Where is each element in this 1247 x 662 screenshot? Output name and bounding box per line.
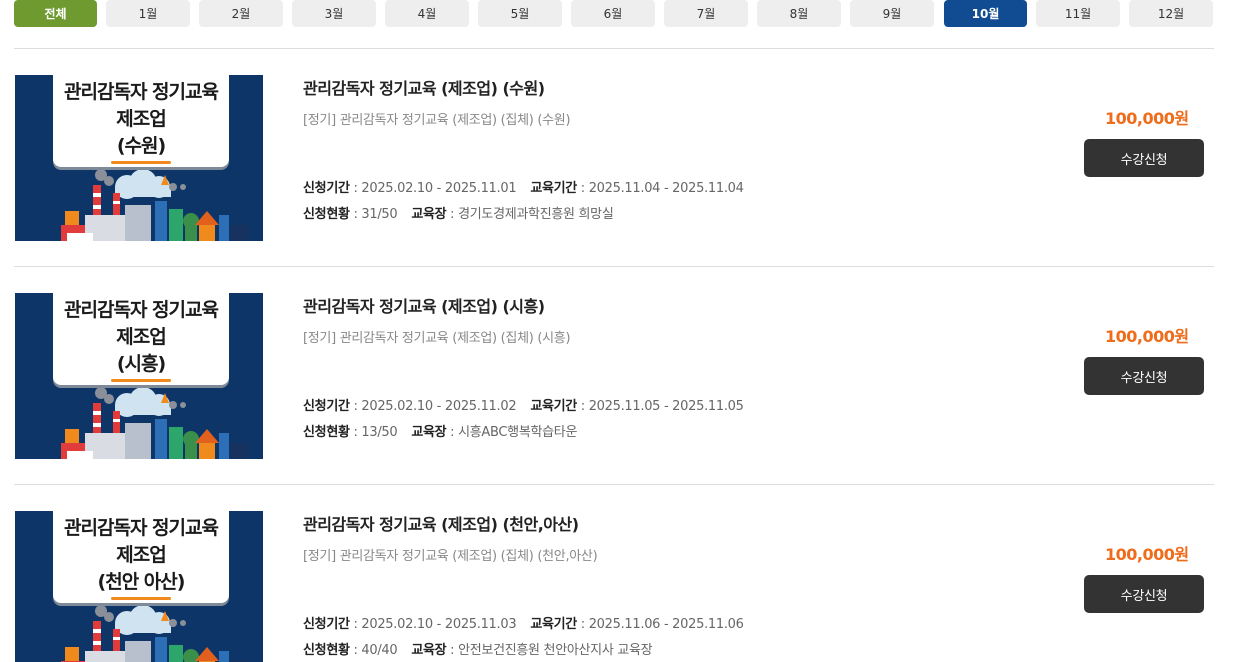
- apply-period-value: : 2025.02.10 - 2025.11.03: [349, 617, 517, 632]
- course-price: 100,000원: [1105, 327, 1189, 346]
- place-value: : 안전보건진흥원 천안아산지사 교육장: [446, 643, 653, 658]
- course-subtitle: [정기] 관리감독자 정기교육 (제조업) (집체) (수원): [303, 113, 571, 128]
- course-price: 100,000원: [1105, 545, 1189, 564]
- apply-period-label: 신청기간: [303, 399, 350, 414]
- course-status: 신청현황 : 13/50 교육장 : 시흥ABC행복학습타운: [303, 421, 577, 440]
- place-label: 교육장: [411, 207, 447, 222]
- course-thumbnail[interactable]: 관리감독자 정기교육 제조업 (수원): [15, 75, 263, 241]
- tab-month-7[interactable]: 7월: [664, 0, 748, 27]
- apply-period-value: : 2025.02.10 - 2025.11.02: [349, 399, 517, 414]
- course-periods: 신청기간 : 2025.02.10 - 2025.11.03 교육기간 : 202…: [303, 613, 744, 632]
- thumbnail-sign: 관리감독자 정기교육 제조업 (천안 아산): [53, 511, 229, 603]
- tab-month-1[interactable]: 1월: [106, 0, 190, 27]
- tab-month-5[interactable]: 5월: [478, 0, 562, 27]
- edu-period-value: : 2025.11.04 - 2025.11.04: [576, 181, 744, 196]
- course-item: 관리감독자 정기교육 제조업 (수원) 관리감독자 정기교육 (제조업) (수원…: [14, 75, 1214, 241]
- divider: [14, 484, 1214, 485]
- tab-month-11[interactable]: 11월: [1036, 0, 1120, 27]
- place-label: 교육장: [411, 425, 447, 440]
- apply-period-label: 신청기간: [303, 617, 350, 632]
- tab-month-9[interactable]: 9월: [850, 0, 934, 27]
- thumbnail-line1: 관리감독자 정기교육: [64, 298, 219, 321]
- course-subtitle: [정기] 관리감독자 정기교육 (제조업) (집체) (시흥): [303, 331, 571, 346]
- apply-button[interactable]: 수강신청: [1084, 139, 1204, 177]
- divider: [14, 48, 1214, 49]
- status-value: : 40/40: [349, 643, 398, 658]
- edu-period-label: 교육기간: [530, 399, 577, 414]
- tab-month-10[interactable]: 10월: [944, 0, 1027, 27]
- status-value: : 31/50: [349, 207, 398, 222]
- thumbnail-line3: (시흥): [116, 352, 166, 375]
- thumbnail-line1: 관리감독자 정기교육: [64, 80, 219, 103]
- thumbnail-sign: 관리감독자 정기교육 제조업 (수원): [53, 75, 229, 167]
- thumbnail-line2: 제조업: [116, 325, 166, 348]
- course-price: 100,000원: [1105, 109, 1189, 128]
- divider: [14, 266, 1214, 267]
- course-title[interactable]: 관리감독자 정기교육 (제조업) (시흥): [303, 293, 545, 317]
- edu-period-label: 교육기간: [530, 181, 577, 196]
- course-item: 관리감독자 정기교육 제조업 (시흥) 관리감독자 정기교육 (제조업) (시흥…: [14, 293, 1214, 459]
- course-item: 관리감독자 정기교육 제조업 (천안 아산) 관리감독자 정기교육 (제조업) …: [14, 511, 1214, 662]
- course-subtitle: [정기] 관리감독자 정기교육 (제조업) (집체) (천안,아산): [303, 549, 598, 564]
- status-value: : 13/50: [349, 425, 398, 440]
- thumbnail-sign: 관리감독자 정기교육 제조업 (시흥): [53, 293, 229, 385]
- status-label: 신청현황: [303, 207, 350, 222]
- course-title[interactable]: 관리감독자 정기교육 (제조업) (천안,아산): [303, 511, 579, 535]
- course-thumbnail[interactable]: 관리감독자 정기교육 제조업 (천안 아산): [15, 511, 263, 662]
- place-value: : 경기도경제과학진흥원 희망실: [446, 207, 614, 222]
- status-label: 신청현황: [303, 643, 350, 658]
- tab-month-2[interactable]: 2월: [199, 0, 283, 27]
- thumbnail-line2: 제조업: [116, 543, 166, 566]
- tab-month-12[interactable]: 12월: [1129, 0, 1213, 27]
- thumbnail-line1: 관리감독자 정기교육: [64, 516, 219, 539]
- course-thumbnail[interactable]: 관리감독자 정기교육 제조업 (시흥): [15, 293, 263, 459]
- thumbnail-line3: (수원): [116, 134, 166, 157]
- edu-period-value: : 2025.11.05 - 2025.11.05: [576, 399, 744, 414]
- month-tab-bar: 전체 1월 2월 3월 4월 5월 6월 7월 8월 9월 10월 11월 12…: [14, 0, 1214, 27]
- place-value: : 시흥ABC행복학습타운: [446, 425, 578, 440]
- tab-all[interactable]: 전체: [14, 0, 97, 27]
- apply-period-label: 신청기간: [303, 181, 350, 196]
- thumbnail-line3: (천안 아산): [97, 570, 186, 593]
- course-periods: 신청기간 : 2025.02.10 - 2025.11.02 교육기간 : 202…: [303, 395, 744, 414]
- apply-period-value: : 2025.02.10 - 2025.11.01: [349, 181, 517, 196]
- course-status: 신청현황 : 40/40 교육장 : 안전보건진흥원 천안아산지사 교육장: [303, 639, 653, 658]
- thumbnail-underline: [111, 378, 171, 382]
- tab-month-8[interactable]: 8월: [757, 0, 841, 27]
- place-label: 교육장: [411, 643, 447, 658]
- course-title[interactable]: 관리감독자 정기교육 (제조업) (수원): [303, 75, 545, 99]
- tab-month-3[interactable]: 3월: [292, 0, 376, 27]
- thumbnail-underline: [111, 160, 171, 164]
- edu-period-label: 교육기간: [530, 617, 577, 632]
- thumbnail-line2: 제조업: [116, 107, 166, 130]
- status-label: 신청현황: [303, 425, 350, 440]
- course-status: 신청현황 : 31/50 교육장 : 경기도경제과학진흥원 희망실: [303, 203, 614, 222]
- thumbnail-underline: [111, 596, 171, 600]
- tab-month-4[interactable]: 4월: [385, 0, 469, 27]
- apply-button[interactable]: 수강신청: [1084, 575, 1204, 613]
- course-periods: 신청기간 : 2025.02.10 - 2025.11.01 교육기간 : 202…: [303, 177, 744, 196]
- edu-period-value: : 2025.11.06 - 2025.11.06: [576, 617, 744, 632]
- tab-month-6[interactable]: 6월: [571, 0, 655, 27]
- apply-button[interactable]: 수강신청: [1084, 357, 1204, 395]
